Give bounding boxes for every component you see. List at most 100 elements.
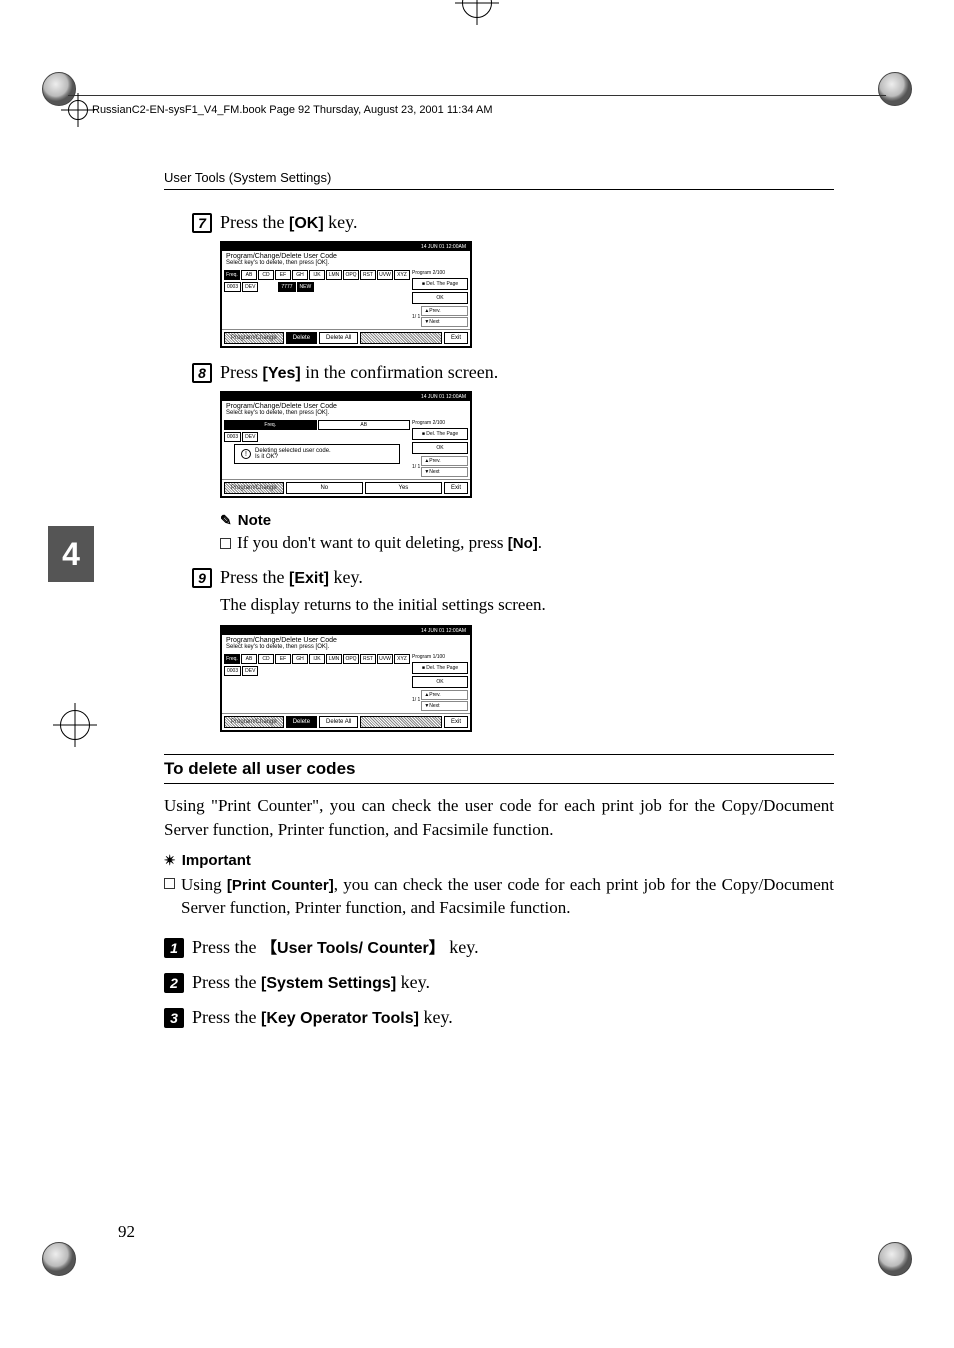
program-change-button[interactable]: Program/Change	[224, 332, 284, 344]
page-indicator: 1/ 1	[412, 464, 420, 470]
delete-page-button[interactable]: ■ Del. The Page	[412, 662, 468, 674]
step-post: key.	[445, 937, 479, 957]
delete-page-button[interactable]: ■ Del. The Page	[412, 278, 468, 290]
tab-opq[interactable]: OPQ	[343, 270, 359, 280]
step-a3: 3 Press the [Key Operator Tools] key.	[164, 1007, 834, 1028]
yes-button[interactable]: Yes	[365, 482, 442, 494]
note-text-pre: If you don't want to quit deleting, pres…	[237, 533, 508, 552]
step-number-icon: 8	[192, 363, 212, 383]
spacer-button	[360, 716, 442, 728]
bullet-icon	[164, 878, 175, 889]
step-text: Press the 【User Tools/ Counter】 key.	[192, 934, 479, 958]
delete-page-button: ■ Del. The Page	[412, 428, 468, 440]
page-indicator: 1/ 1	[412, 314, 420, 320]
ok-button[interactable]: OK	[412, 292, 468, 304]
important-heading-text: Important	[182, 852, 251, 869]
user-name-cell[interactable]: DEV	[242, 282, 258, 292]
screenshot-confirm: 14 JUN 01 12:00AM Program/Change/Delete …	[220, 391, 472, 498]
ok-button[interactable]: OK	[412, 676, 468, 688]
delete-all-button[interactable]: Delete All	[319, 716, 358, 728]
tab-ef[interactable]: EF	[275, 270, 291, 280]
tab-lmn[interactable]: LMN	[326, 654, 342, 664]
tab-gh[interactable]: GH	[292, 270, 308, 280]
section-rule-top	[164, 754, 834, 755]
page-number: 92	[118, 1222, 135, 1242]
user-name-cell[interactable]: DEV	[242, 666, 258, 676]
next-button[interactable]: ▼Next	[421, 701, 468, 711]
prev-button[interactable]: ▲Prev.	[421, 690, 468, 700]
program-count: 2/100	[433, 270, 446, 276]
note-text-post: .	[538, 533, 542, 552]
tab-freq[interactable]: Freq.	[224, 654, 240, 664]
tab-rst[interactable]: RST	[360, 270, 376, 280]
step-9-body: The display returns to the initial setti…	[220, 594, 834, 617]
shot-subtitle: Select key's to delete, then press [OK].	[222, 644, 470, 652]
user-name-cell: DEV	[242, 432, 258, 442]
bracket-close: 】	[429, 940, 445, 957]
no-key-label: [No]	[508, 535, 538, 552]
tab-ab[interactable]: AB	[241, 654, 257, 664]
delete-all-button[interactable]: Delete All	[319, 332, 358, 344]
note-heading: ✎ Note	[220, 512, 834, 529]
step-pre: Press the	[192, 1007, 261, 1027]
tab-ab[interactable]: AB	[241, 270, 257, 280]
shot-timestamp: 14 JUN 01 12:00AM	[421, 394, 466, 400]
ok-key-label: [OK]	[289, 215, 324, 232]
book-header-text: RussianC2-EN-sysF1_V4_FM.book Page 92 Th…	[92, 104, 493, 116]
step-text: Press the [Key Operator Tools] key.	[192, 1007, 453, 1028]
selected-code[interactable]: 7777	[278, 282, 295, 292]
tab-opq[interactable]: OPQ	[343, 654, 359, 664]
important-bullet: Using [Print Counter], you can check the…	[164, 873, 834, 921]
tab-xyz[interactable]: XYZ	[394, 270, 410, 280]
tab-xyz[interactable]: XYZ	[394, 654, 410, 664]
next-button[interactable]: ▼Next	[421, 317, 468, 327]
tab-ef[interactable]: EF	[275, 654, 291, 664]
prev-button[interactable]: ▲Prev.	[421, 306, 468, 316]
exit-button[interactable]: Exit	[444, 716, 468, 728]
screenshot-after-delete: 14 JUN 01 12:00AM Program/Change/Delete …	[220, 625, 472, 732]
program-change-button[interactable]: Program/Change	[224, 716, 284, 728]
no-button[interactable]: No	[286, 482, 363, 494]
step-pre: Press the	[192, 937, 261, 957]
tab-ijk[interactable]: IJK	[309, 270, 325, 280]
tab-ijk[interactable]: IJK	[309, 654, 325, 664]
prev-button: ▲Prev.	[421, 456, 468, 466]
user-code-cell[interactable]: 0003	[224, 282, 241, 292]
tab-freq[interactable]: Freq.	[224, 270, 240, 280]
exit-button: Exit	[444, 482, 468, 494]
note-heading-text: Note	[238, 512, 271, 529]
delete-button[interactable]: Delete	[286, 332, 317, 344]
step-number-icon: 3	[164, 1008, 184, 1028]
program-label: Program	[412, 654, 431, 660]
user-code-cell: 0003	[224, 432, 241, 442]
print-counter-key: [Print Counter]	[227, 877, 334, 894]
tab-lmn[interactable]: LMN	[326, 270, 342, 280]
selected-name[interactable]: NEW	[297, 282, 315, 292]
step-post: key.	[329, 567, 363, 587]
tab-uvw[interactable]: UVW	[377, 654, 393, 664]
step-post: key.	[419, 1007, 453, 1027]
note-bullet: If you don't want to quit deleting, pres…	[220, 533, 834, 553]
page-content: User Tools (System Settings) 7 Press the…	[164, 170, 834, 1034]
tab-cd[interactable]: CD	[258, 270, 274, 280]
pencil-icon: ✎	[220, 512, 232, 529]
tab-uvw[interactable]: UVW	[377, 270, 393, 280]
exit-button[interactable]: Exit	[444, 332, 468, 344]
tab-gh[interactable]: GH	[292, 654, 308, 664]
step-text: Press the [OK] key.	[220, 212, 357, 233]
step-text: Press the [Exit] key.	[220, 567, 363, 588]
tab-ab: AB	[318, 420, 411, 430]
step-number-icon: 1	[164, 938, 184, 958]
user-code-cell[interactable]: 0003	[224, 666, 241, 676]
dialog-question: Is it OK?	[255, 454, 278, 460]
confirm-dialog: ! Deleting selected user code.Is it OK?	[234, 444, 400, 464]
shot-title: Program/Change/Delete User Code	[222, 251, 470, 260]
delete-button[interactable]: Delete	[286, 716, 317, 728]
tab-rst[interactable]: RST	[360, 654, 376, 664]
step-a1: 1 Press the 【User Tools/ Counter】 key.	[164, 934, 834, 958]
shot-subtitle: Select key's to delete, then press [OK].	[222, 410, 470, 418]
shot-timestamp: 14 JUN 01 12:00AM	[421, 628, 466, 634]
tab-cd[interactable]: CD	[258, 654, 274, 664]
important-heading: ✴ Important	[164, 852, 834, 869]
step-pre: Press	[220, 362, 263, 382]
